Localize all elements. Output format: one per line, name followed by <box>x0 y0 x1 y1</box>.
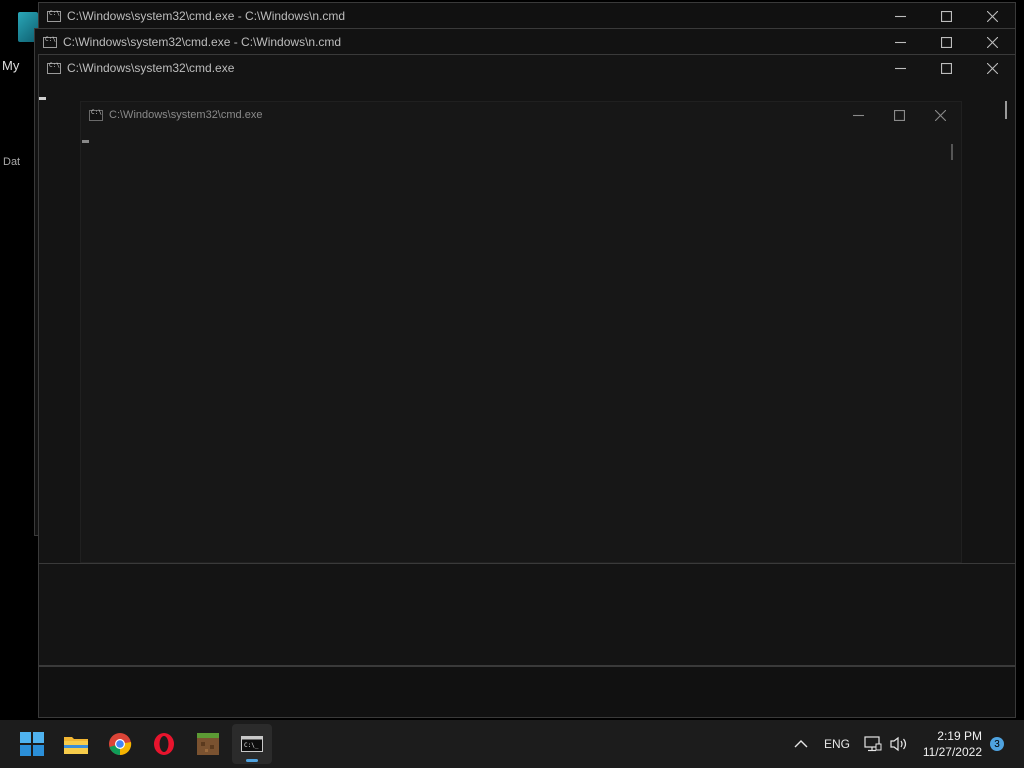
chrome-icon <box>109 733 132 756</box>
window-title: C:\Windows\system32\cmd.exe - C:\Windows… <box>67 9 346 23</box>
windows-start-icon <box>20 732 44 756</box>
close-button[interactable] <box>969 55 1015 81</box>
window-titlebar[interactable]: C:\Windows\system32\cmd.exe <box>39 55 1015 81</box>
maximize-button[interactable] <box>923 3 969 29</box>
minimize-button[interactable] <box>877 55 923 81</box>
cmd-window-4[interactable]: C:\Windows\system32\cmd.exe <box>80 101 962 563</box>
clock-date: 11/27/2022 <box>922 745 982 759</box>
clock-time: 2:19 PM <box>937 729 982 743</box>
cmd-icon <box>89 109 103 121</box>
maximize-button[interactable] <box>879 102 920 128</box>
close-icon <box>986 62 998 74</box>
minimize-icon <box>894 15 906 17</box>
window-titlebar[interactable]: C:\Windows\system32\cmd.exe - C:\Windows… <box>35 29 1015 55</box>
svg-text:C:\_: C:\_ <box>244 742 259 749</box>
window-edge <box>38 563 1016 564</box>
close-icon <box>935 109 946 121</box>
minimize-button[interactable] <box>877 29 923 55</box>
window-titlebar[interactable]: C:\Windows\system32\cmd.exe - C:\Windows… <box>39 3 1015 29</box>
desktop-icon-label: Dat <box>3 156 21 168</box>
cmd-icon <box>47 10 61 22</box>
minecraft-icon <box>197 733 219 755</box>
cmd-icon: C:\_ <box>241 736 263 752</box>
scrollbar-thumb[interactable] <box>1005 101 1007 119</box>
chrome-button[interactable] <box>100 724 140 764</box>
text-cursor <box>82 140 89 143</box>
opera-icon <box>154 733 174 755</box>
folder-icon <box>64 737 88 754</box>
network-icon <box>864 736 882 752</box>
close-icon <box>986 36 998 48</box>
window-title: C:\Windows\system32\cmd.exe <box>109 109 263 121</box>
volume-button[interactable] <box>890 720 908 768</box>
close-button[interactable] <box>969 29 1015 55</box>
start-button[interactable] <box>12 724 52 764</box>
minimize-button[interactable] <box>877 3 923 29</box>
active-indicator <box>246 759 258 762</box>
text-cursor <box>39 97 46 100</box>
minimize-icon <box>894 67 906 69</box>
window-title: C:\Windows\system32\cmd.exe <box>67 61 235 75</box>
terminal-button[interactable]: C:\_ <box>232 724 272 764</box>
maximize-button[interactable] <box>923 29 969 55</box>
notification-badge[interactable]: 3 <box>990 737 1004 751</box>
opera-button[interactable] <box>144 724 184 764</box>
cmd-icon <box>43 36 57 48</box>
maximize-icon <box>940 10 952 22</box>
minimize-icon <box>894 41 906 43</box>
minecraft-button[interactable] <box>188 724 228 764</box>
maximize-icon <box>940 62 952 74</box>
scrollbar-thumb[interactable] <box>951 144 953 160</box>
close-button[interactable] <box>969 3 1015 29</box>
speaker-icon <box>890 736 907 752</box>
close-button[interactable] <box>920 102 961 128</box>
taskbar: C:\_ ENG 2:19 PM 11/27/2022 3 <box>0 720 1024 768</box>
minimize-icon <box>853 114 864 116</box>
language-indicator[interactable]: ENG <box>824 720 850 768</box>
maximize-icon <box>940 36 952 48</box>
desktop-icon-label: My <box>2 58 20 73</box>
window-titlebar[interactable]: C:\Windows\system32\cmd.exe <box>81 102 961 128</box>
cmd-icon <box>47 62 61 74</box>
clock[interactable]: 2:19 PM 11/27/2022 <box>923 728 982 760</box>
file-explorer-button[interactable] <box>56 724 96 764</box>
maximize-icon <box>894 109 905 121</box>
window-edge <box>38 666 1016 667</box>
window-title: C:\Windows\system32\cmd.exe - C:\Windows… <box>63 35 342 49</box>
show-hidden-icons-button[interactable] <box>794 720 808 768</box>
maximize-button[interactable] <box>923 55 969 81</box>
minimize-button[interactable] <box>838 102 879 128</box>
close-icon <box>986 10 998 22</box>
chevron-up-icon <box>794 740 808 748</box>
network-button[interactable] <box>864 720 882 768</box>
